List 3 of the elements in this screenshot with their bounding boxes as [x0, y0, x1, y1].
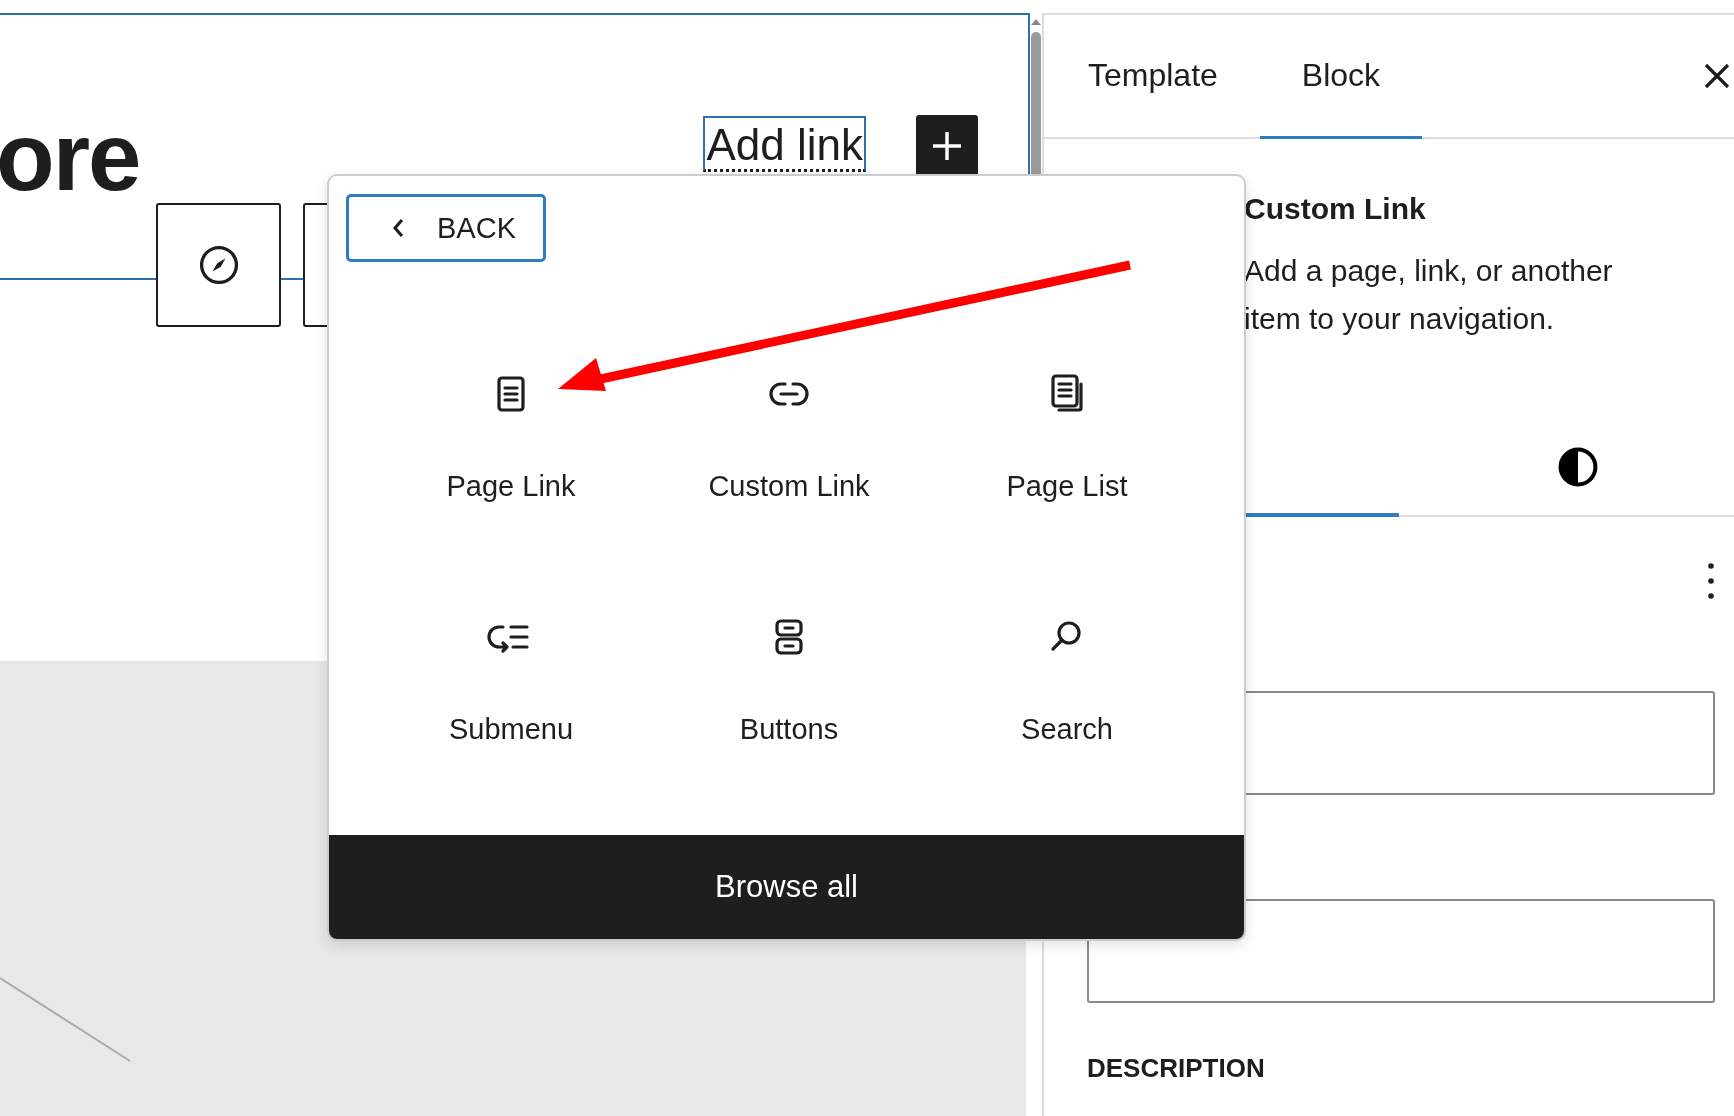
block-description: Add a page, link, or another item to your navigation.	[1244, 253, 1614, 337]
field-label: DESCRIPTION	[1087, 1053, 1266, 1084]
block-title: Custom Link	[1244, 191, 1427, 227]
